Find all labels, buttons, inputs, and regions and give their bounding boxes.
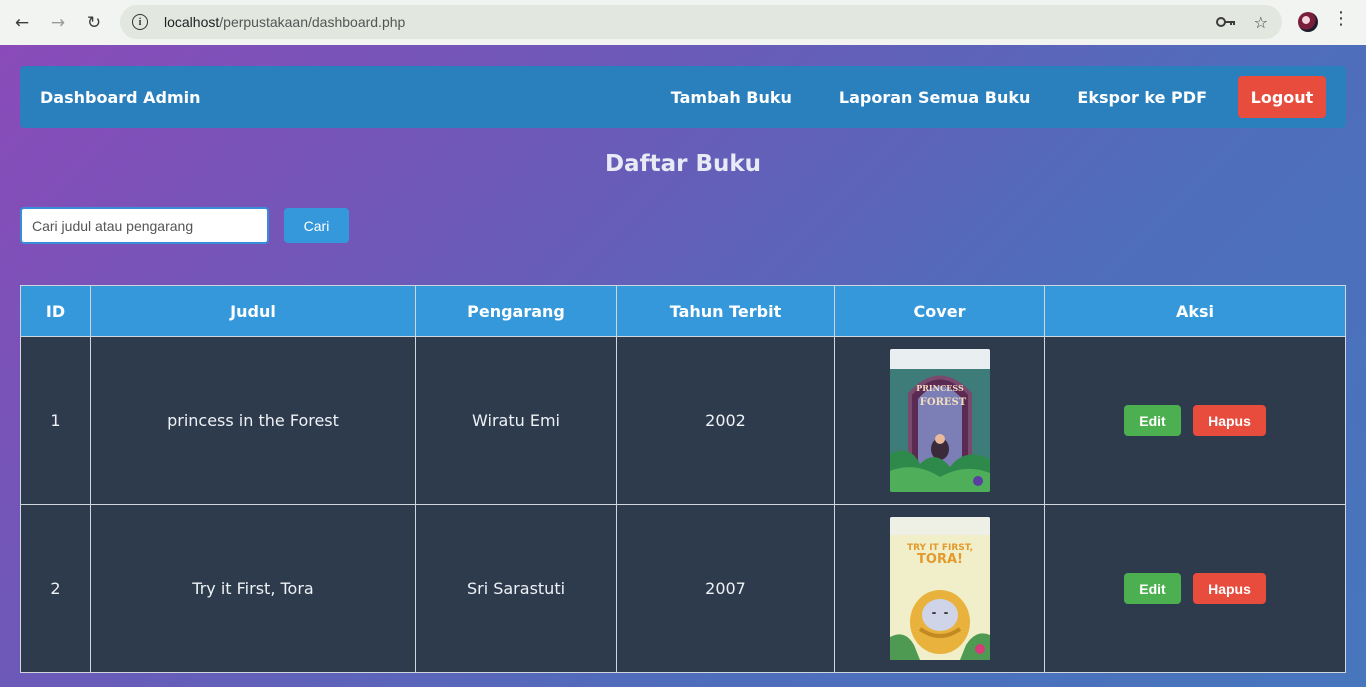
table-row: 1 princess in the Forest Wiratu Emi 2002…	[20, 336, 1346, 505]
forward-icon[interactable]: →	[46, 11, 70, 35]
svg-text:PRINCESS: PRINCESS	[916, 383, 964, 393]
password-key-icon[interactable]	[1215, 13, 1236, 32]
svg-text:FOREST: FOREST	[919, 397, 966, 408]
header-aksi: Aksi	[1044, 285, 1346, 337]
cell-tahun: 2002	[616, 336, 835, 505]
url-path: /perpustakaan/dashboard.php	[219, 14, 406, 30]
book-cover-image: TRY IT FIRST, TORA!	[889, 517, 990, 660]
cell-pengarang: Wiratu Emi	[415, 336, 617, 505]
cell-cover: PRINCESS FOREST	[834, 336, 1045, 505]
address-bar[interactable]: i localhost/perpustakaan/dashboard.php ☆	[120, 5, 1282, 39]
edit-button[interactable]: Edit	[1124, 405, 1181, 436]
navbar-brand[interactable]: Dashboard Admin	[40, 88, 201, 107]
cell-aksi: Edit Hapus	[1044, 336, 1346, 505]
cell-aksi: Edit Hapus	[1044, 504, 1346, 673]
navbar-links: Tambah Buku Laporan Semua Buku Ekspor ke…	[624, 76, 1326, 118]
cell-judul: princess in the Forest	[90, 336, 416, 505]
url-host: localhost	[164, 14, 220, 30]
book-cover-image: PRINCESS FOREST	[889, 349, 990, 492]
delete-button[interactable]: Hapus	[1193, 573, 1266, 604]
cell-id: 2	[20, 504, 91, 673]
nav-tambah-buku[interactable]: Tambah Buku	[671, 88, 792, 107]
url-text[interactable]: localhost/perpustakaan/dashboard.php	[164, 14, 405, 30]
delete-button[interactable]: Hapus	[1193, 405, 1266, 436]
cell-judul: Try it First, Tora	[90, 504, 416, 673]
back-icon[interactable]: ←	[10, 11, 34, 35]
cell-id: 1	[20, 336, 91, 505]
menu-dots-icon[interactable]: ⋮	[1332, 10, 1350, 28]
cell-pengarang: Sri Sarastuti	[415, 504, 617, 673]
search-input[interactable]	[20, 207, 269, 244]
search-button[interactable]: Cari	[284, 208, 349, 243]
cell-cover: TRY IT FIRST, TORA!	[834, 504, 1045, 673]
page-title: Daftar Buku	[604, 151, 762, 177]
header-id: ID	[20, 285, 91, 337]
edit-button[interactable]: Edit	[1124, 573, 1181, 604]
logout-button[interactable]: Logout	[1238, 76, 1326, 118]
nav-ekspor-pdf[interactable]: Ekspor ke PDF	[1077, 88, 1207, 107]
bookmark-star-icon[interactable]: ☆	[1254, 13, 1268, 32]
cell-tahun: 2007	[616, 504, 835, 673]
profile-avatar[interactable]	[1298, 12, 1318, 32]
table-row: 2 Try it First, Tora Sri Sarastuti 2007 …	[20, 504, 1346, 673]
header-tahun-terbit: Tahun Terbit	[616, 285, 835, 337]
nav-laporan-semua-buku[interactable]: Laporan Semua Buku	[839, 88, 1031, 107]
top-navbar: Dashboard Admin Tambah Buku Laporan Semu…	[20, 66, 1346, 128]
header-judul: Judul	[90, 285, 416, 337]
browser-toolbar: ← → ↻ i localhost/perpustakaan/dashboard…	[0, 0, 1366, 45]
header-pengarang: Pengarang	[415, 285, 617, 337]
reload-icon[interactable]: ↻	[82, 11, 106, 35]
table-header-row: ID Judul Pengarang Tahun Terbit Cover Ak…	[20, 285, 1346, 337]
page-background: Dashboard Admin Tambah Buku Laporan Semu…	[0, 45, 1366, 687]
books-table: ID Judul Pengarang Tahun Terbit Cover Ak…	[20, 285, 1346, 673]
site-info-icon[interactable]: i	[132, 14, 148, 30]
header-cover: Cover	[834, 285, 1045, 337]
svg-text:TORA!: TORA!	[917, 552, 963, 567]
